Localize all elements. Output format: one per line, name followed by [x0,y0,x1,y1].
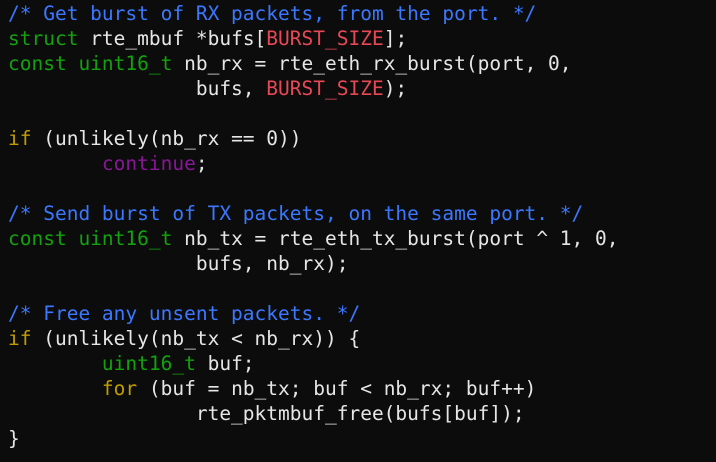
code-token-keyword: const uint16_t [8,227,173,250]
code-editor[interactable]: /* Get burst of RX packets, from the por… [0,0,716,462]
code-token-comment: /* Get burst of RX packets, from the por… [8,2,537,25]
code-token-plain: ; [195,152,208,175]
code-token-keyword: struct [8,27,79,50]
code-line: if (unlikely(nb_rx == 0)) [0,126,716,151]
code-token-plain: (unlikely(nb_rx == 0)) [31,127,302,150]
code-token-macro: BURST_SIZE [266,27,384,50]
code-token-control: continue [101,152,196,175]
code-token-plain: ); [383,77,408,100]
code-line: continue; [0,151,716,176]
code-token-plain: bufs, [8,77,267,100]
code-line: /* Get burst of RX packets, from the por… [0,1,716,26]
code-token-plain: buf; [195,352,255,375]
code-token-plain: nb_tx = rte_eth_tx_burst(port ^ 1, 0, [172,227,619,250]
code-token-plain: rte_mbuf *bufs[ [78,27,267,50]
code-token-comment: /* Free any unsent packets. */ [8,302,361,325]
code-token-statement: if [8,127,32,150]
code-token-plain: (unlikely(nb_tx < nb_rx)) { [31,327,361,350]
code-line: bufs, nb_rx); [0,251,716,276]
code-line: rte_pktmbuf_free(bufs[buf]); [0,401,716,426]
code-line: /* Send burst of TX packets, on the same… [0,201,716,226]
code-token-keyword: const uint16_t [8,52,173,75]
code-line: uint16_t buf; [0,351,716,376]
code-token-plain: (buf = nb_tx; buf < nb_rx; buf++) [137,377,537,400]
code-line: for (buf = nb_tx; buf < nb_rx; buf++) [0,376,716,401]
code-line: } [0,426,716,451]
code-token-keyword: uint16_t [101,352,196,375]
code-token-statement: if [8,327,32,350]
code-token-comment: /* Send burst of TX packets, on the same… [8,202,584,225]
code-token-statement: for [101,377,138,400]
code-token-plain: bufs, nb_rx); [8,252,349,275]
code-line: bufs, BURST_SIZE); [0,76,716,101]
code-line: /* Free any unsent packets. */ [0,301,716,326]
code-token-plain: rte_pktmbuf_free(bufs[buf]); [8,402,525,425]
code-line: if (unlikely(nb_tx < nb_rx)) { [0,326,716,351]
code-line: struct rte_mbuf *bufs[BURST_SIZE]; [0,26,716,51]
code-token-plain: nb_rx = rte_eth_rx_burst(port, 0, [172,52,572,75]
code-line: const uint16_t nb_rx = rte_eth_rx_burst(… [0,51,716,76]
code-line: const uint16_t nb_tx = rte_eth_tx_burst(… [0,226,716,251]
code-token-macro: BURST_SIZE [266,77,384,100]
code-token-plain: ]; [383,27,408,50]
code-token-plain: } [8,427,20,450]
